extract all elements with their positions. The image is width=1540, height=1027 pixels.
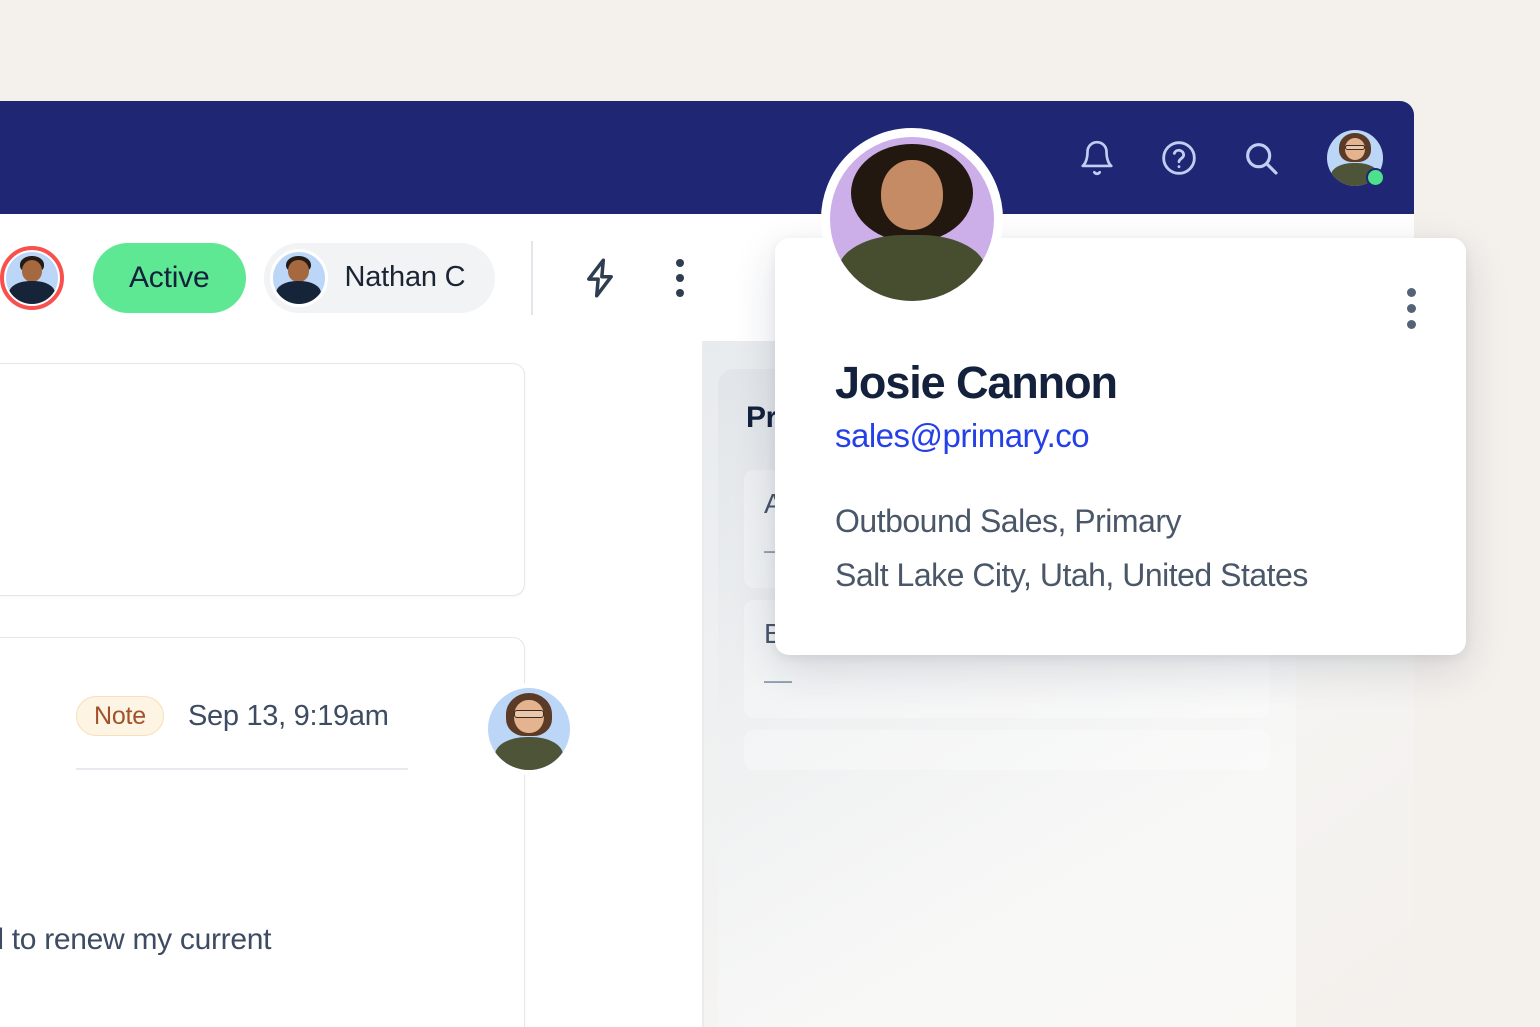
toolbar-more-icon[interactable] — [663, 255, 697, 301]
conversation-card-top — [0, 363, 525, 596]
avatar-face — [830, 137, 994, 301]
contact-role: Outbound Sales, Primary — [835, 497, 1466, 547]
property-row[interactable] — [744, 730, 1270, 770]
contact-location: Salt Lake City, Utah, United States — [835, 551, 1466, 601]
screen-root: Active Nathan C — [0, 0, 1540, 1027]
contact-hovercard: Josie Cannon sales@primary.co Outbound S… — [775, 238, 1466, 655]
search-icon[interactable] — [1239, 136, 1283, 180]
note-body-text: and need to renew my current — [0, 923, 401, 957]
lightning-bolt-icon[interactable] — [577, 255, 623, 301]
notifications-bell-icon[interactable] — [1075, 136, 1119, 180]
assignee-name: Nathan C — [345, 261, 466, 294]
note-author-avatar[interactable] — [483, 683, 575, 775]
top-navigation-bar — [0, 101, 1414, 214]
account-avatar[interactable] — [1327, 130, 1383, 186]
avatar-face — [488, 688, 570, 770]
assignee-avatar — [270, 249, 328, 307]
status-badge-label: Active — [129, 261, 210, 295]
toolbar-divider — [531, 241, 533, 315]
property-value: — — [764, 664, 1250, 696]
avatar — [6, 252, 58, 304]
avatar-face — [6, 252, 58, 304]
avatar-face — [273, 252, 325, 304]
contact-name: Josie Cannon — [835, 359, 1466, 406]
assignee-chip[interactable]: Nathan C — [264, 243, 496, 313]
note-type-badge[interactable]: Note — [76, 696, 164, 736]
status-badge-active[interactable]: Active — [93, 243, 246, 313]
note-timestamp: Sep 13, 9:19am — [188, 700, 389, 733]
top-nav-icon-group — [1075, 130, 1383, 186]
contact-avatar-highlighted[interactable] — [0, 246, 64, 310]
conversation-column: Note Sep 13, 9:19am and need to renew my… — [0, 341, 702, 1027]
note-divider — [76, 768, 408, 770]
contact-card-more-icon[interactable] — [1407, 288, 1416, 329]
contact-email-link[interactable]: sales@primary.co — [835, 417, 1466, 455]
presence-status-dot — [1366, 168, 1385, 187]
contact-avatar-large[interactable] — [821, 128, 1003, 310]
help-question-icon[interactable] — [1157, 136, 1201, 180]
note-card: Note Sep 13, 9:19am and need to renew my… — [0, 637, 525, 1027]
note-header: Note Sep 13, 9:19am — [1, 638, 524, 736]
